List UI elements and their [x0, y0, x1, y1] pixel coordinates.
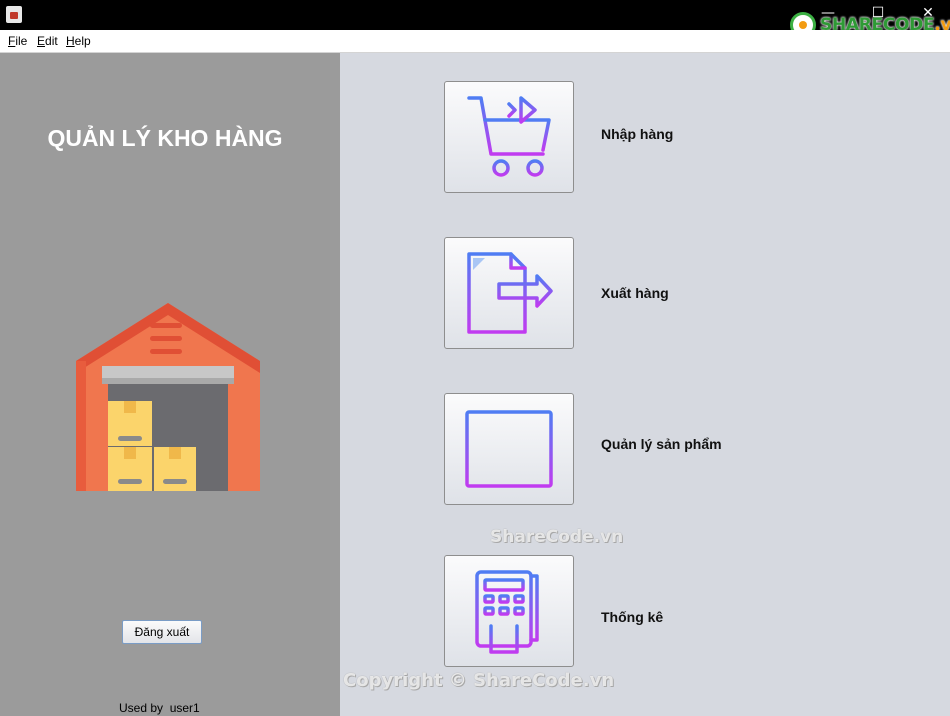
- product-management-button[interactable]: [444, 393, 574, 505]
- warehouse-icon: [76, 303, 260, 491]
- sidebar: QUẢN LÝ KHO HÀNG Đăng xuất Used by user1: [0, 53, 340, 716]
- main-menu-panel: Nhập hàng Xuất hàng Quản lý sản phẩm Thố…: [340, 53, 950, 716]
- calculator-receipt-icon: [475, 570, 539, 654]
- statistics-button[interactable]: [444, 555, 574, 667]
- import-goods-button[interactable]: [444, 81, 574, 193]
- browser-list-icon: [465, 410, 553, 488]
- page-title: QUẢN LÝ KHO HÀNG: [47, 125, 283, 151]
- export-goods-button[interactable]: [444, 237, 574, 349]
- import-goods-label: Nhập hàng: [601, 126, 674, 142]
- menu-help[interactable]: Help: [66, 34, 91, 48]
- menu-help-mnemonic: H: [66, 34, 75, 48]
- document-export-icon: [467, 252, 553, 334]
- export-goods-label: Xuất hàng: [601, 285, 669, 301]
- menu-help-label: elp: [74, 34, 91, 48]
- watermark-copyright: Copyright © ShareCode.vn: [343, 670, 615, 691]
- menu-edit-label: dit: [45, 34, 58, 48]
- watermark-center: ShareCode.vn: [490, 527, 624, 547]
- current-user-label: Used by user1: [119, 701, 200, 715]
- menu-edit-mnemonic: E: [37, 34, 46, 48]
- shopping-cart-icon: [467, 96, 551, 177]
- menu-bar: File Edit Help: [0, 30, 950, 53]
- menu-file-label: ile: [15, 34, 28, 48]
- menu-file[interactable]: File: [8, 34, 27, 48]
- java-app-icon: [6, 6, 22, 23]
- menu-edit[interactable]: Edit: [37, 34, 58, 48]
- logout-button[interactable]: Đăng xuất: [122, 620, 202, 644]
- product-management-label: Quản lý sản phẩm: [601, 436, 722, 452]
- statistics-label: Thống kê: [601, 609, 664, 625]
